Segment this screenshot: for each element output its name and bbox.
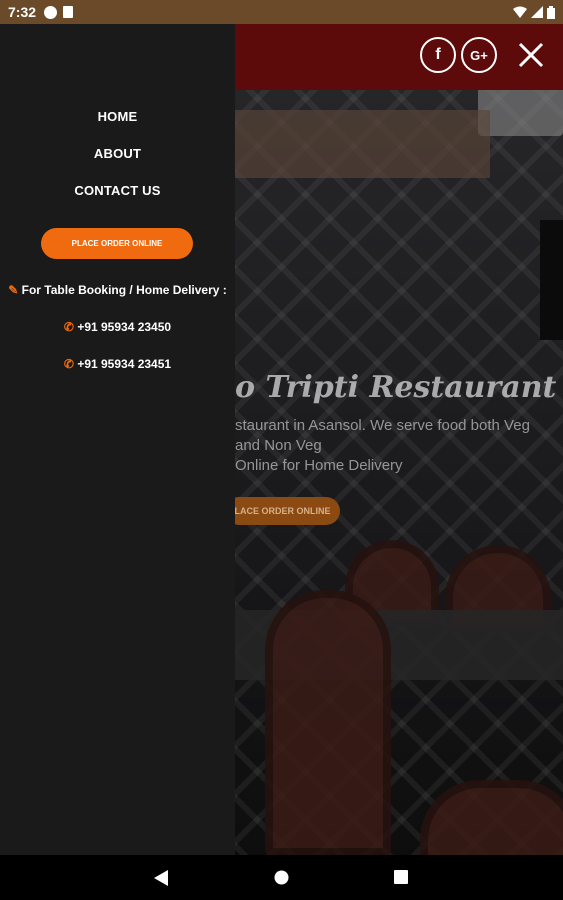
battery-icon	[547, 5, 555, 19]
system-nav-bar	[0, 855, 563, 900]
status-time: 7:32	[8, 4, 37, 20]
close-icon[interactable]	[516, 40, 546, 70]
status-bar: 7:32	[0, 0, 563, 24]
facebook-button[interactable]: f	[420, 37, 456, 73]
phone-icon: ✆	[63, 357, 74, 371]
navigation-drawer: HOME ABOUT CONTACT US PLACE ORDER ONLINE…	[0, 24, 235, 855]
sd-card-icon	[63, 6, 74, 18]
booking-info: ✎ For Table Booking / Home Delivery :	[8, 283, 227, 297]
signal-icon	[531, 6, 543, 18]
phone-link-2[interactable]: ✆ +91 95934 23451	[0, 357, 235, 371]
hero-order-button[interactable]: LACE ORDER ONLINE	[225, 497, 340, 525]
nav-about[interactable]: ABOUT	[0, 146, 235, 161]
wifi-icon	[513, 6, 527, 18]
googleplus-icon: G+	[470, 47, 488, 63]
phone-link-1[interactable]: ✆ +91 95934 23450	[0, 320, 235, 334]
googleplus-button[interactable]: G+	[461, 37, 497, 73]
edit-icon: ✎	[8, 283, 19, 297]
phone-icon: ✆	[63, 320, 74, 334]
place-order-button[interactable]: PLACE ORDER ONLINE	[41, 228, 193, 259]
hero-description: staurant in Asansol. We serve food both …	[235, 417, 530, 474]
notification-app-icon	[44, 5, 58, 19]
back-icon[interactable]	[154, 870, 168, 886]
facebook-icon: f	[435, 46, 441, 63]
nav-home[interactable]: HOME	[0, 109, 235, 124]
hero-title: o Tripti Restaurant	[235, 370, 557, 405]
nav-contact-us[interactable]: CONTACT US	[0, 183, 235, 198]
recents-icon[interactable]	[394, 870, 408, 884]
home-icon[interactable]	[274, 870, 289, 885]
